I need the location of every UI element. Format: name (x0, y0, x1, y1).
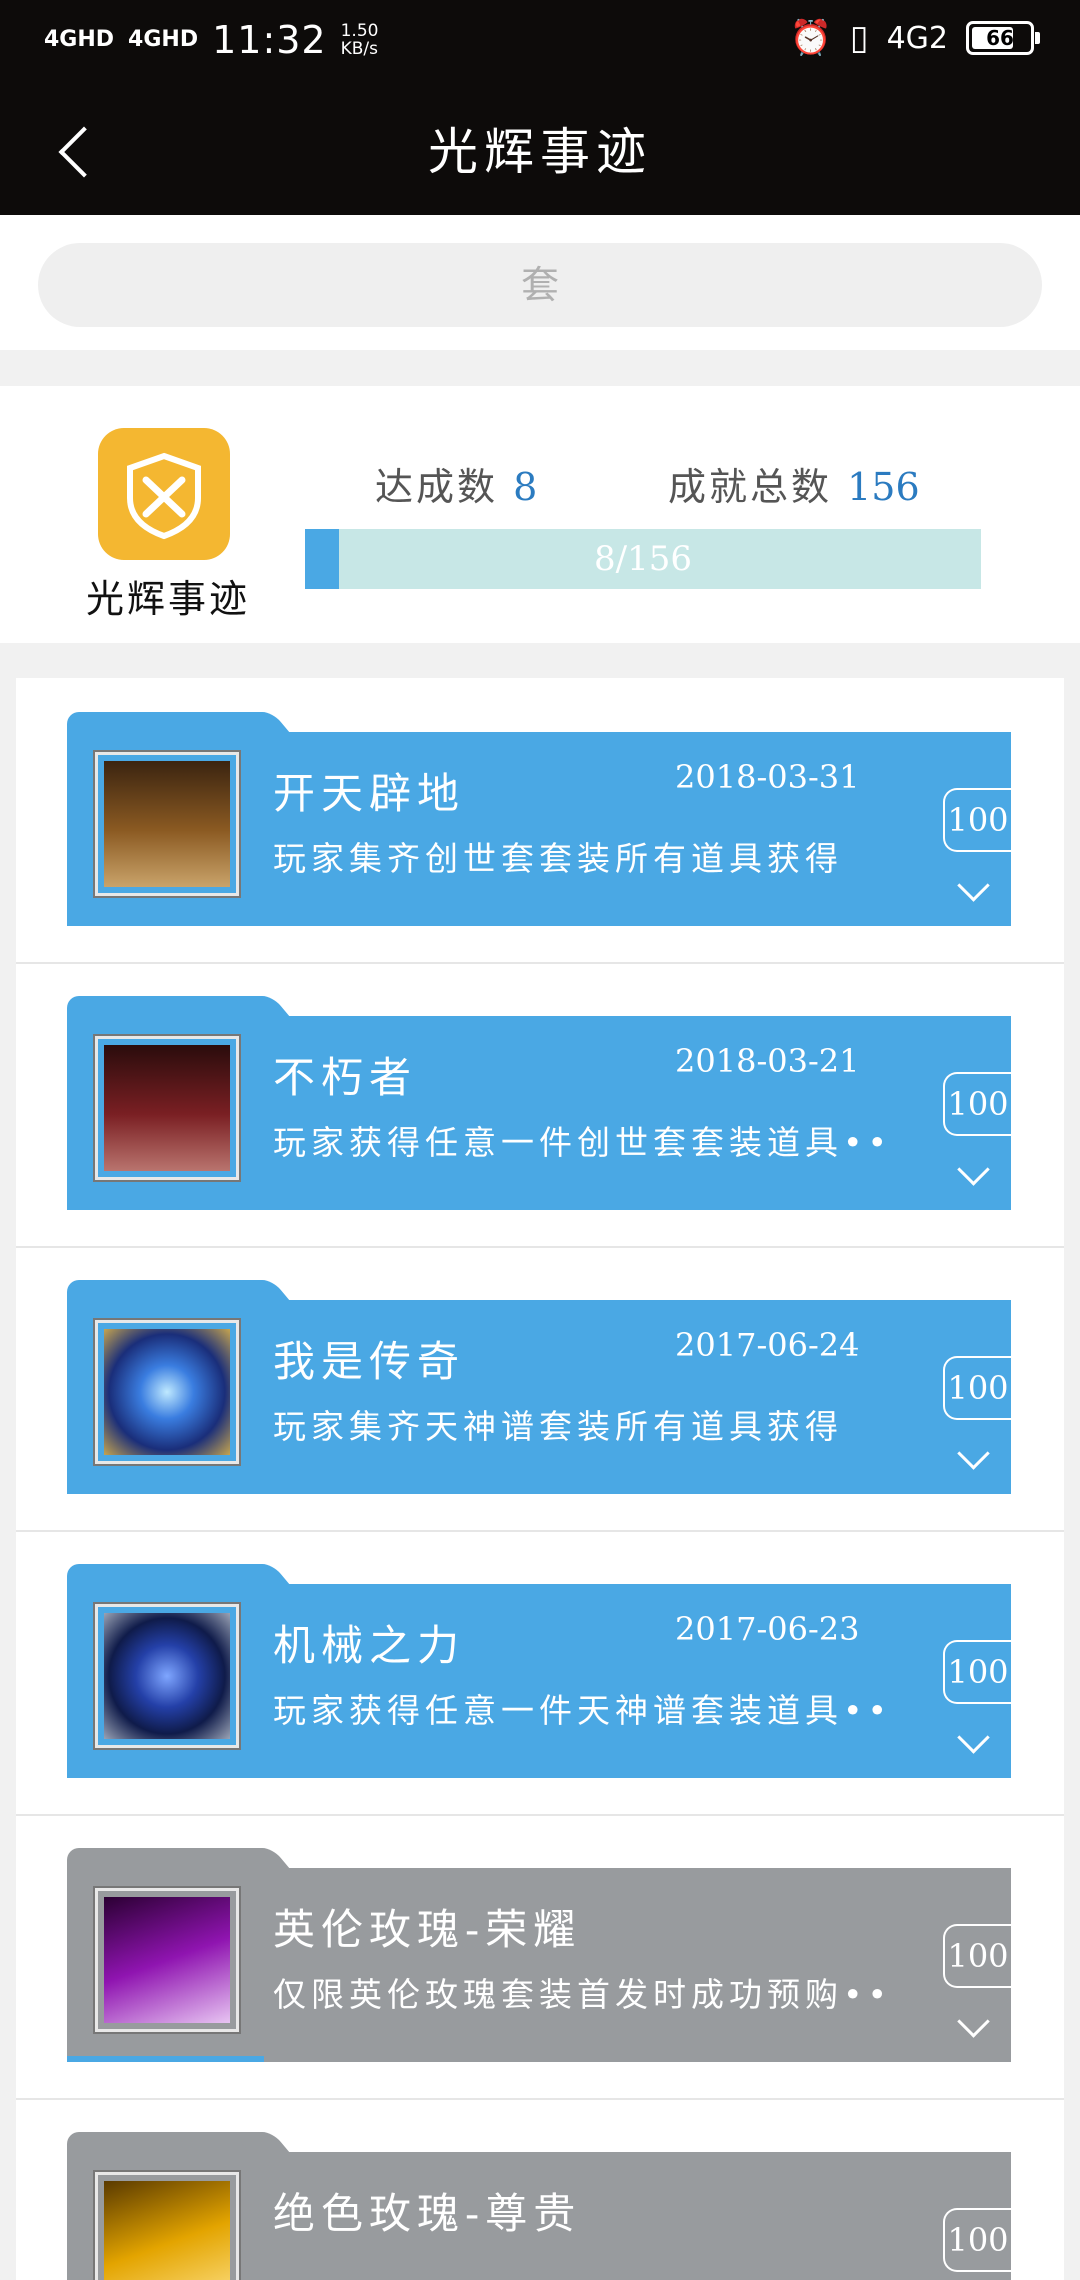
clock: 11:32 (212, 18, 327, 62)
achievement-desc: 玩家获得任意一件创世套套装道具•• (273, 1123, 892, 1162)
card-underline (67, 920, 264, 926)
total-value: 156 (847, 465, 920, 509)
achievement-name: 我是传奇 (273, 1337, 466, 1386)
net-speed-value: 1.50 (340, 21, 379, 41)
achievement-desc: 仅限英伦玫瑰套装首发时成功预购•• (273, 1975, 892, 2014)
achievement-item[interactable]: 我是传奇 2017-06-24 玩家集齐天神谱套装所有道具获得 100 (16, 1246, 1064, 1532)
achievement-item[interactable]: 绝色玫瑰-尊贵 100 (16, 2098, 1064, 2280)
battery-level: 66 (986, 26, 1014, 50)
achievement-card[interactable]: 我是传奇 2017-06-24 玩家集齐天神谱套装所有道具获得 100 (67, 1300, 1011, 1494)
card-underline (67, 1488, 264, 1494)
achievement-card[interactable]: 机械之力 2017-06-23 玩家获得任意一件天神谱套装道具•• 100 (67, 1584, 1011, 1778)
total-label: 成就总数 (668, 465, 833, 509)
achievement-name: 机械之力 (273, 1621, 466, 1670)
network-type: 4G2 (886, 20, 948, 56)
search-input[interactable]: 套 (38, 243, 1042, 327)
score-badge: 100 (943, 1072, 1011, 1136)
progress-text: 8/156 (594, 539, 692, 579)
chevron-down-icon[interactable] (957, 1153, 990, 1186)
achievement-date: 2018-03-21 (675, 1042, 860, 1080)
achievement-date: 2017-06-23 (675, 1610, 860, 1648)
alarm-icon: ⏰ (789, 18, 832, 58)
page-title: 光辉事迹 (428, 123, 652, 181)
score-badge: 100 (943, 2208, 1011, 2272)
achievement-item[interactable]: 不朽者 2018-03-21 玩家获得任意一件创世套套装道具•• 100 (16, 962, 1064, 1248)
achievement-desc: 玩家集齐创世套套装所有道具获得 (273, 839, 843, 878)
achievement-item[interactable]: 英伦玫瑰-荣耀 仅限英伦玫瑰套装首发时成功预购•• 100 (16, 1814, 1064, 2100)
achieved-count: 达成数 8 (375, 456, 537, 511)
signal-icon-1: 4GHD (44, 27, 115, 52)
purple-rose-icon (95, 1888, 239, 2032)
achievement-card[interactable]: 英伦玫瑰-荣耀 仅限英伦玫瑰套装首发时成功预购•• 100 (67, 1868, 1011, 2062)
score-badge: 100 (943, 788, 1011, 852)
chevron-down-icon[interactable] (957, 2005, 990, 2038)
gold-rose-icon (95, 2172, 239, 2280)
achievement-summary: 光辉事迹 达成数 8 成就总数 156 8/156 (0, 386, 1080, 643)
achieved-value: 8 (513, 465, 538, 509)
achievement-name: 不朽者 (273, 1053, 418, 1102)
achievement-date: 2017-06-24 (675, 1326, 860, 1364)
achievement-desc: 玩家获得任意一件天神谱套装道具•• (273, 1691, 892, 1730)
achievement-item[interactable]: 机械之力 2017-06-23 玩家获得任意一件天神谱套装道具•• 100 (16, 1530, 1064, 1816)
card-underline (67, 2056, 264, 2062)
net-speed-unit: KB/s (340, 39, 379, 59)
signal-icon-2: 4GHD (128, 27, 199, 52)
net-speed: 1.50 KB/s (341, 22, 379, 58)
achievement-name: 绝色玫瑰-尊贵 (273, 2189, 582, 2238)
score-badge: 100 (943, 1356, 1011, 1420)
achievement-name: 英伦玫瑰-荣耀 (273, 1905, 582, 1954)
chevron-down-icon[interactable] (957, 869, 990, 902)
status-bar: 4GHD 4GHD 11:32 1.50 KB/s ⏰ ▯ 4G2 66 (0, 0, 1080, 82)
achievement-card[interactable]: 不朽者 2018-03-21 玩家获得任意一件创世套套装道具•• 100 (67, 1016, 1011, 1210)
chevron-down-icon[interactable] (957, 1437, 990, 1470)
card-underline (67, 1204, 264, 1210)
progress-bar: 8/156 (305, 529, 981, 589)
total-count: 成就总数 156 (668, 456, 920, 511)
achievement-desc: 玩家集齐天神谱套装所有道具获得 (273, 1407, 843, 1446)
search-bar: 套 (0, 215, 1080, 350)
score-badge: 100 (943, 1924, 1011, 1988)
badge-label: 光辉事迹 (85, 577, 250, 621)
battery-icon: 66 (966, 21, 1040, 55)
achievement-card[interactable]: 开天辟地 2018-03-31 玩家集齐创世套套装所有道具获得 100 (67, 732, 1011, 926)
mech-emblem-icon (95, 1604, 239, 1748)
achievement-item[interactable]: 开天辟地 2018-03-31 玩家集齐创世套套装所有道具获得 100 (16, 678, 1064, 964)
gold-armor-icon (95, 752, 239, 896)
red-armor-icon (95, 1036, 239, 1180)
achievement-name: 开天辟地 (273, 769, 466, 818)
achievement-list: 开天辟地 2018-03-31 玩家集齐创世套套装所有道具获得 100 不朽者 … (16, 678, 1064, 2280)
achievement-card[interactable]: 绝色玫瑰-尊贵 100 (67, 2152, 1011, 2280)
score-badge: 100 (943, 1640, 1011, 1704)
achievement-date: 2018-03-31 (675, 758, 860, 796)
blue-emblem-icon (95, 1320, 239, 1464)
app-header: 光辉事迹 (0, 82, 1080, 215)
vibrate-icon: ▯ (849, 18, 869, 58)
card-underline (67, 1772, 264, 1778)
shield-badge-icon (98, 428, 230, 560)
chevron-down-icon[interactable] (957, 1721, 990, 1754)
achieved-label: 达成数 (375, 465, 499, 509)
